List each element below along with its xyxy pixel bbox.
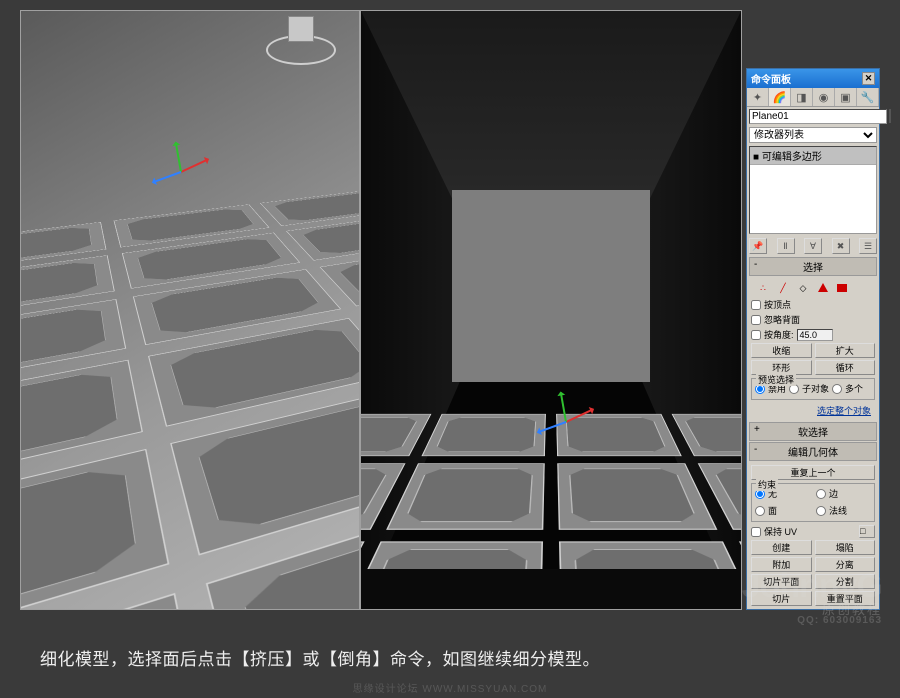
grow-button[interactable]: 扩大 [815,343,876,358]
floor-tile [260,189,360,226]
modifier-stack[interactable]: ■ 可编辑多边形 [749,146,877,234]
close-icon[interactable]: ✕ [862,72,875,85]
floor-tile [386,464,545,530]
create-button[interactable]: 创建 [751,540,812,555]
object-name-row [747,107,879,126]
room-scene [361,11,741,609]
rollout-selection[interactable]: -选择 [749,257,877,276]
by-angle-label: 按角度: [764,328,794,341]
axis-x-icon[interactable] [181,158,209,172]
axis-z-icon[interactable] [152,171,181,183]
light-target-icon [288,16,314,42]
ignore-back-label: 忽略背面 [764,313,800,326]
floor-grid [20,184,360,610]
viewport-perspective-left[interactable] [20,10,360,610]
create-tab-icon[interactable]: ✦ [747,88,769,106]
pin-stack-icon[interactable]: 📌 [749,238,767,254]
panel-title: 命令面板 [751,71,791,86]
polygon-mode-icon[interactable] [815,281,831,295]
tutorial-caption: 细化模型，选择面后点击【挤压】或【倒角】命令，如图继续细分模型。 [40,645,860,670]
preserve-uv-checkbox[interactable] [751,527,761,537]
back-wall [452,190,650,381]
preview-multi-radio[interactable] [832,384,842,394]
axis-y-icon[interactable] [175,142,182,172]
floor-tile [360,414,431,457]
hierarchy-tab-icon[interactable]: ◨ [791,88,813,106]
rollout-edit-geometry[interactable]: -编辑几何体 [749,442,877,461]
element-mode-icon[interactable] [835,281,851,295]
preserve-uv-settings-icon[interactable]: □ [859,525,875,538]
watermark: JohnnyG 原创教程 QQ: 603009163 [742,569,882,626]
display-tab-icon[interactable]: ▣ [835,88,857,106]
select-whole-link[interactable]: 选定整个对象 [751,402,875,419]
unique-icon[interactable]: ∀ [804,238,822,254]
object-color-swatch[interactable] [889,109,891,123]
floor-tile [557,464,716,530]
command-panel: 命令面板 ✕ ✦ 🌈 ◨ ◉ ▣ 🔧 修改器列表 ■ 可编辑多边形 📌 Ⅱ ∀ … [746,68,880,610]
preview-group: 预览选择 禁用 子对象 多个 [751,378,875,400]
viewport-stage [20,10,742,610]
collapse-button[interactable]: 塌陷 [815,540,876,555]
transform-gizmo[interactable] [536,391,596,451]
floor-tile [20,449,169,610]
transform-gizmo[interactable] [151,141,211,201]
floor-edge [361,569,741,609]
axis-z-icon[interactable] [537,421,566,433]
modify-tab-icon[interactable]: 🌈 [769,88,791,106]
rollout-soft-selection[interactable]: +软选择 [749,422,877,441]
edge-mode-icon[interactable]: ╱ [775,281,791,295]
show-end-icon[interactable]: Ⅱ [777,238,795,254]
panel-titlebar[interactable]: 命令面板 ✕ [747,69,879,88]
utilities-tab-icon[interactable]: 🔧 [857,88,879,106]
axis-x-icon[interactable] [566,408,594,422]
angle-spinner[interactable]: 45.0 [797,329,833,341]
mod-stack-item[interactable]: ■ 可编辑多边形 [750,147,876,165]
floor-tile [421,414,546,457]
constraint-face-radio[interactable] [755,506,765,516]
constraint-group: 约束 无 边 面 法线 [751,483,875,522]
footer-url: 思缘设计论坛 WWW.MISSYUAN.COM [0,680,900,695]
modifier-list-dropdown[interactable]: 修改器列表 [749,127,877,143]
floor-tile [671,414,742,457]
subobject-icons: ∴ ╱ ◇ [751,279,875,297]
border-mode-icon[interactable]: ◇ [795,281,811,295]
constraint-edge-radio[interactable] [816,489,826,499]
loop-button[interactable]: 循环 [815,360,876,375]
light-object[interactable] [256,13,346,73]
shrink-button[interactable]: 收缩 [751,343,812,358]
ignore-back-checkbox[interactable] [751,315,761,325]
by-vertex-label: 按顶点 [764,298,791,311]
vertex-mode-icon[interactable]: ∴ [755,281,771,295]
command-tabs: ✦ 🌈 ◨ ◉ ▣ 🔧 [747,88,879,107]
remove-mod-icon[interactable]: ✖ [832,238,850,254]
by-vertex-checkbox[interactable] [751,300,761,310]
viewport-perspective-right[interactable] [360,10,742,610]
motion-tab-icon[interactable]: ◉ [813,88,835,106]
by-angle-checkbox[interactable] [751,330,761,340]
axis-y-icon[interactable] [560,392,567,422]
constraint-normal-radio[interactable] [816,506,826,516]
object-name-input[interactable] [749,109,887,124]
configure-icon[interactable]: ☰ [859,238,877,254]
mod-stack-buttons: 📌 Ⅱ ∀ ✖ ☰ [747,236,879,256]
